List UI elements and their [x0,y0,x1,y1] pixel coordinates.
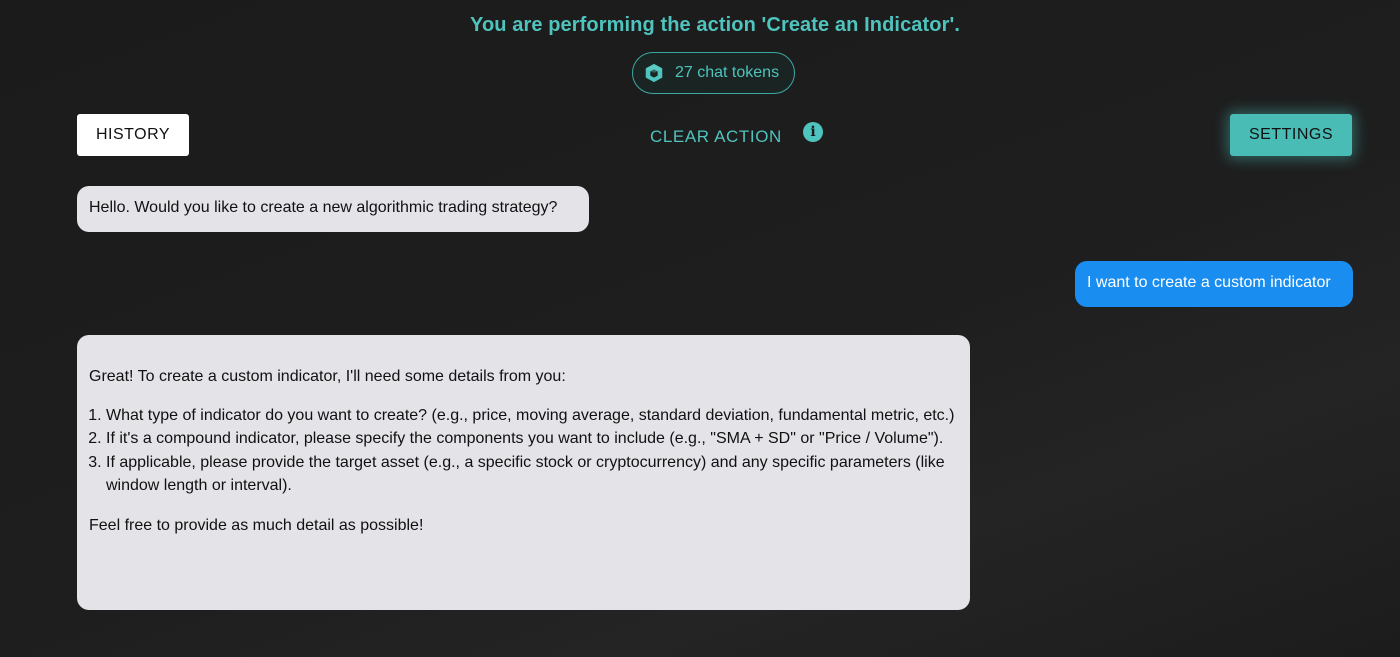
info-icon[interactable]: i [803,122,823,142]
chat-tokens-badge[interactable]: 27 chat tokens [632,52,795,94]
message-intro: Great! To create a custom indicator, I'l… [89,368,566,385]
chat-tokens-label: 27 chat tokens [675,64,780,81]
user-message: I want to create a custom indicator [1075,261,1353,307]
message-outro: Feel free to provide as much detail as p… [89,516,424,534]
history-button[interactable]: HISTORY [77,114,189,156]
action-title: You are performing the action 'Create an… [470,14,960,36]
list-item: If it's a compound indicator, please spe… [106,427,958,451]
cube-icon [643,62,665,84]
list-item: If applicable, please provide the target… [106,451,958,498]
clear-action-button[interactable]: CLEAR ACTION [650,122,782,152]
list-item: What type of indicator do you want to cr… [106,404,958,428]
settings-button[interactable]: SETTINGS [1230,114,1352,156]
assistant-message: Hello. Would you like to create a new al… [77,186,589,232]
assistant-message: Great! To create a custom indicator, I'l… [77,335,970,610]
details-list: What type of indicator do you want to cr… [89,404,958,498]
